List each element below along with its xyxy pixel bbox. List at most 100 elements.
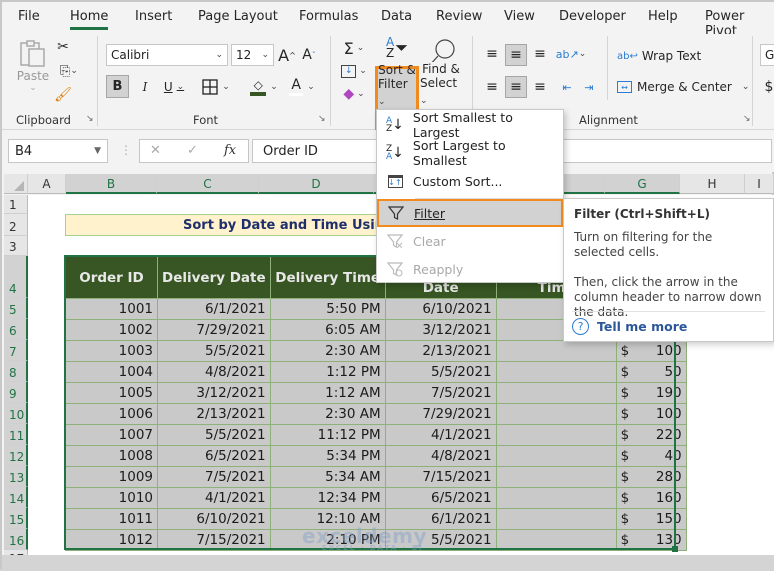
font-name-select[interactable]: Calibri ⌄	[106, 44, 228, 66]
row-header-16[interactable]: 16	[4, 529, 28, 550]
column-header-c[interactable]: C	[157, 174, 259, 194]
cell-delivery-date[interactable]: 7/29/2021	[157, 319, 271, 341]
column-header-h[interactable]: H	[680, 174, 745, 194]
italic-button[interactable]: I	[136, 75, 154, 98]
cell-amount[interactable]: 50	[634, 361, 687, 383]
row-header-15[interactable]: 15	[4, 508, 28, 529]
cell-order-id[interactable]: 1007	[65, 424, 158, 446]
paste-button[interactable]: Paste ⌄	[16, 38, 50, 94]
cell-delivery-date[interactable]: 2/13/2021	[157, 403, 271, 425]
tab-formulas[interactable]: Formulas	[299, 9, 358, 24]
tab-developer[interactable]: Developer	[559, 9, 626, 24]
bold-button[interactable]: B	[106, 75, 129, 98]
cell-delivery-date[interactable]: 6/10/2021	[157, 508, 271, 530]
cell-currency[interactable]: $	[615, 487, 635, 509]
column-header-a[interactable]: A	[28, 174, 66, 194]
cell-currency[interactable]: $	[615, 466, 635, 488]
cell-delivery-time[interactable]: 12:34 PM	[269, 487, 386, 509]
orientation-button[interactable]: ab↗ ⌄	[556, 44, 587, 64]
decrease-indent-button[interactable]: ⇤	[557, 77, 577, 97]
merge-center-button[interactable]: ↔ Merge & Center ⌄	[617, 77, 749, 97]
cell-delivery-time[interactable]: 6:05 AM	[269, 319, 386, 341]
row-header-13[interactable]: 13	[4, 466, 28, 487]
cell-delivery-date[interactable]: 4/1/2021	[157, 487, 271, 509]
cell-date[interactable]: 5/5/2021	[384, 361, 497, 383]
cut-button[interactable]: ✂	[54, 38, 72, 56]
cell-order-id[interactable]: 1012	[65, 529, 158, 551]
cell-delivery-date[interactable]: 5/5/2021	[157, 424, 271, 446]
row-header-6[interactable]: 6	[4, 319, 28, 340]
cell-amount[interactable]: 190	[634, 382, 687, 404]
cell-order-id[interactable]: 1011	[65, 508, 158, 530]
cell-delivery-time[interactable]: 5:34 AM	[269, 466, 386, 488]
cell-delivery-time[interactable]: 1:12 AM	[269, 382, 386, 404]
sort-filter-content[interactable]: A Z ⏷ Sort & Filter ⌄	[378, 36, 416, 108]
cell-amount[interactable]: 160	[634, 487, 687, 509]
tab-insert[interactable]: Insert	[135, 9, 172, 24]
row-header-11[interactable]: 11	[4, 424, 28, 445]
cell-delivery-time[interactable]: 11:12 PM	[269, 424, 386, 446]
tab-data[interactable]: Data	[381, 9, 412, 24]
cell-amount[interactable]: 100	[634, 340, 687, 362]
cell-amount[interactable]: 100	[634, 403, 687, 425]
increase-indent-button[interactable]: ⇥	[579, 77, 599, 97]
row-header-1[interactable]: 1	[4, 195, 28, 214]
cell-time[interactable]	[495, 340, 617, 362]
grow-font-button[interactable]: A ^	[278, 44, 296, 66]
cell-delivery-date[interactable]: 4/8/2021	[157, 361, 271, 383]
row-header-3[interactable]: 3	[4, 236, 28, 256]
cell-order-id[interactable]: 1004	[65, 361, 158, 383]
find-select-button[interactable]: Find & Select ⌄	[420, 38, 462, 108]
cancel-icon[interactable]: ✕	[150, 143, 161, 158]
cell-delivery-date[interactable]: 6/5/2021	[157, 445, 271, 467]
cell-currency[interactable]: $	[615, 529, 635, 551]
menu-item-custom-sort[interactable]: ↓↑ Custom Sort...	[377, 168, 563, 194]
cell-time[interactable]	[495, 382, 617, 404]
cell-currency[interactable]: $	[615, 445, 635, 467]
cell-amount[interactable]: 280	[634, 466, 687, 488]
cell-currency[interactable]: $	[615, 424, 635, 446]
cell-currency[interactable]: $	[615, 361, 635, 383]
cell-order-id[interactable]: 1001	[65, 298, 158, 320]
font-color-button[interactable]: A ⌄	[286, 75, 318, 98]
tab-help[interactable]: Help	[648, 9, 678, 24]
name-box[interactable]: B4 ▼	[8, 139, 108, 163]
cell-date[interactable]: 4/1/2021	[384, 424, 497, 446]
menu-item-reapply[interactable]: Reapply	[377, 256, 563, 282]
cell-currency[interactable]: $	[615, 382, 635, 404]
row-header-2[interactable]: 2	[4, 214, 28, 236]
cell-date[interactable]: 6/5/2021	[384, 487, 497, 509]
row-header-7[interactable]: 7	[4, 340, 28, 361]
cell-amount[interactable]: 130	[634, 529, 687, 551]
column-header-d[interactable]: D	[259, 174, 374, 194]
header-delivery-time[interactable]: Delivery Time	[269, 256, 386, 299]
row-header-9[interactable]: 9	[4, 382, 28, 403]
copy-button[interactable]: ⎘ ⌄	[54, 62, 84, 80]
select-all-button[interactable]	[4, 174, 28, 194]
menu-item-filter[interactable]: Filter	[377, 199, 563, 227]
currency-button[interactable]: $	[762, 77, 774, 97]
cell-order-id[interactable]: 1005	[65, 382, 158, 404]
tab-file[interactable]: File	[18, 9, 40, 24]
cell-delivery-time[interactable]: 2:30 AM	[269, 403, 386, 425]
alignment-launcher-icon[interactable]: ↘	[743, 114, 751, 124]
autosum-button[interactable]: Σ ⌄	[340, 38, 368, 58]
cell-date[interactable]: 3/12/2021	[384, 319, 497, 341]
number-format-select[interactable]: G	[760, 44, 774, 66]
cell-date[interactable]: 4/8/2021	[384, 445, 497, 467]
cell-date[interactable]: 7/5/2021	[384, 382, 497, 404]
column-header-b[interactable]: B	[66, 174, 157, 194]
fill-button[interactable]: ↓ ⌄	[340, 61, 368, 81]
cell-currency[interactable]: $	[615, 508, 635, 530]
tell-me-more-link[interactable]: ? Tell me more	[572, 318, 687, 335]
cell-time[interactable]	[495, 487, 617, 509]
cell-time[interactable]	[495, 424, 617, 446]
cell-time[interactable]	[495, 361, 617, 383]
cell-amount[interactable]: 40	[634, 445, 687, 467]
menu-item-sort-largest-to-smallest[interactable]: Z A ↓ Sort Largest to Smallest	[377, 138, 563, 168]
row-header-12[interactable]: 12	[4, 445, 28, 466]
align-top-button[interactable]: ≡	[482, 44, 502, 64]
tab-view[interactable]: View	[504, 9, 535, 24]
column-header-i[interactable]: I	[745, 174, 774, 194]
cell-order-id[interactable]: 1006	[65, 403, 158, 425]
